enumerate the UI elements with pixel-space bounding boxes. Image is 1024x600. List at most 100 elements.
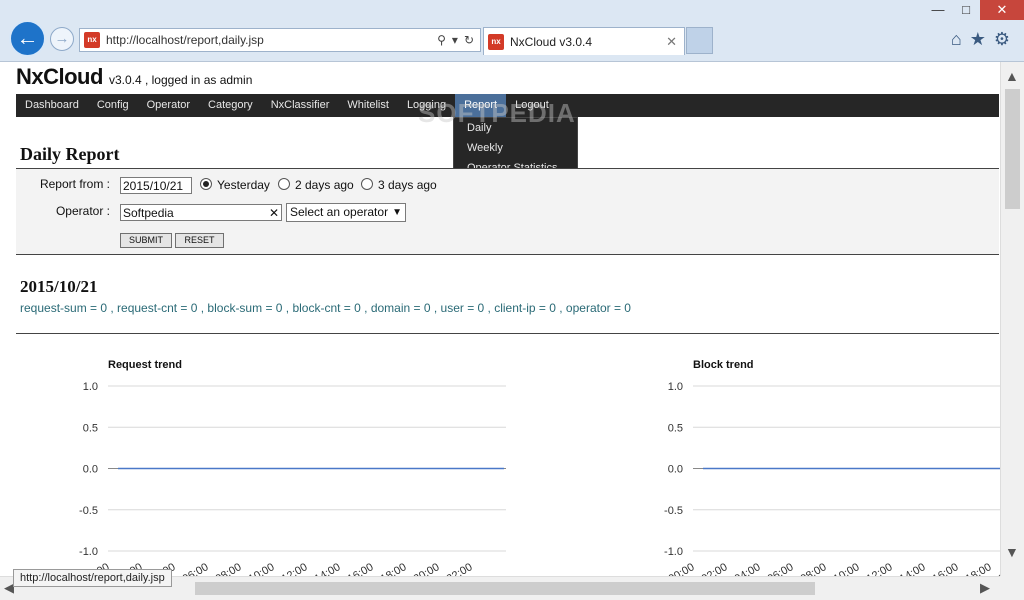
- menu-item-nxclassifier[interactable]: NxClassifier: [262, 94, 339, 117]
- y-tick-label: 0.0: [668, 464, 683, 476]
- x-tick-label: 06:00: [766, 561, 796, 576]
- radio-2-days-ago[interactable]: [278, 178, 290, 190]
- dropdown-chevron-icon[interactable]: ▾: [452, 33, 458, 47]
- x-tick-label: 22:00: [445, 561, 475, 576]
- login-info: v3.0.4 , logged in as admin: [108, 73, 253, 87]
- x-tick-label: 10:00: [247, 561, 277, 576]
- vertical-scrollbar[interactable]: ▲ ▼: [1000, 62, 1024, 576]
- y-tick-label: -1.0: [664, 546, 683, 558]
- x-tick-label: 02:00: [700, 561, 730, 576]
- radio-3-days-ago-label: 3 days ago: [378, 178, 437, 192]
- horizontal-scroll-thumb[interactable]: [195, 582, 815, 595]
- x-tick-label: 04:00: [733, 561, 763, 576]
- report-form: Report from : Yesterday 2 days ago 3 day…: [16, 169, 999, 255]
- window-controls: — □ ✕: [924, 0, 1024, 22]
- menu-item-operator[interactable]: Operator: [138, 94, 199, 117]
- forward-button[interactable]: →: [50, 27, 74, 51]
- x-tick-label: 10:00: [832, 561, 862, 576]
- reset-button[interactable]: RESET: [175, 233, 224, 248]
- app-header: NxCloud v3.0.4 , logged in as admin: [16, 64, 252, 90]
- scroll-right-icon[interactable]: ▶: [980, 580, 990, 596]
- select-chevron-icon: ▼: [392, 207, 402, 218]
- favorites-star-icon[interactable]: ★: [970, 29, 986, 50]
- x-tick-label: 06:00: [181, 561, 211, 576]
- block-trend-title: Block trend: [693, 359, 754, 371]
- dropdown-item-daily[interactable]: Daily: [454, 118, 577, 138]
- menu-item-whitelist[interactable]: Whitelist: [338, 94, 398, 117]
- scroll-down-icon[interactable]: ▼: [1005, 544, 1019, 560]
- menu-item-category[interactable]: Category: [199, 94, 262, 117]
- page-viewport: NxCloud v3.0.4 , logged in as admin Dash…: [0, 62, 1000, 576]
- settings-gear-icon[interactable]: ⚙: [994, 29, 1010, 50]
- vertical-scroll-thumb[interactable]: [1005, 89, 1020, 209]
- status-bar-url: http://localhost/report,daily.jsp: [13, 569, 172, 587]
- operator-select-value: Select an operator: [290, 205, 389, 219]
- back-arrow-icon: ←: [16, 25, 39, 50]
- report-from-label: Report from :: [39, 177, 110, 191]
- tab-favicon-icon: nx: [488, 33, 504, 50]
- x-tick-label: 14:00: [313, 561, 343, 576]
- request-trend-title: Request trend: [108, 359, 182, 371]
- radio-2-days-ago-label: 2 days ago: [295, 178, 354, 192]
- y-tick-label: 1.0: [83, 381, 98, 393]
- address-bar[interactable]: nx http://localhost/report,daily.jsp ⚲ ▾…: [79, 28, 481, 52]
- search-icon[interactable]: ⚲: [437, 33, 446, 47]
- tab-close-icon[interactable]: ✕: [666, 34, 677, 50]
- menu-item-logging[interactable]: Logging: [398, 94, 455, 117]
- menu-item-report[interactable]: Report: [455, 94, 507, 117]
- operator-select[interactable]: Select an operator ▼: [286, 203, 406, 222]
- close-window-button[interactable]: ✕: [980, 0, 1024, 20]
- operator-label: Operator :: [55, 204, 110, 218]
- divider: [16, 333, 999, 334]
- block-trend-chart: 1.0 0.5 0.0 -0.5 -1.0 00:00 02:00 04:00 06:00 08:…: [664, 381, 1000, 576]
- scroll-up-icon[interactable]: ▲: [1005, 68, 1019, 84]
- x-tick-label: 20:00: [412, 561, 442, 576]
- x-tick-label: 12:00: [865, 561, 895, 576]
- address-url[interactable]: http://localhost/report,daily.jsp: [106, 33, 437, 47]
- home-icon[interactable]: ⌂: [951, 29, 962, 50]
- report-date-heading: 2015/10/21: [20, 277, 98, 296]
- clear-input-icon[interactable]: ✕: [269, 206, 279, 220]
- y-tick-label: -0.5: [664, 505, 683, 517]
- y-tick-label: 1.0: [668, 381, 683, 393]
- menu-item-dashboard[interactable]: Dashboard: [16, 94, 88, 117]
- main-menu: Dashboard Config Operator Category NxCla…: [16, 94, 999, 117]
- x-tick-label: 16:00: [931, 561, 961, 576]
- request-trend-chart: 1.00.50.0-0.5-1.000:0002:0004:0006:0008:…: [79, 381, 506, 576]
- x-tick-label: 00:00: [667, 561, 697, 576]
- scrollbar-corner: [1000, 576, 1024, 600]
- x-tick-label: 08:00: [214, 561, 244, 576]
- x-tick-label: 14:00: [898, 561, 928, 576]
- y-tick-label: -0.5: [79, 505, 98, 517]
- radio-yesterday[interactable]: [200, 178, 212, 190]
- x-tick-label: 18:00: [379, 561, 409, 576]
- tab-title: NxCloud v3.0.4: [510, 34, 593, 49]
- dropdown-item-weekly[interactable]: Weekly: [454, 138, 577, 158]
- submit-button[interactable]: SUBMIT: [120, 233, 172, 248]
- x-tick-label: 12:00: [280, 561, 310, 576]
- report-date-input[interactable]: [120, 177, 192, 194]
- refresh-icon[interactable]: ↻: [464, 33, 474, 47]
- menu-item-config[interactable]: Config: [88, 94, 138, 117]
- browser-tab[interactable]: nx NxCloud v3.0.4 ✕: [483, 27, 685, 55]
- x-tick-label: 08:00: [799, 561, 829, 576]
- forward-arrow-icon: →: [54, 30, 70, 47]
- page-title: Daily Report: [20, 144, 120, 164]
- site-favicon-icon: nx: [84, 32, 100, 48]
- radio-3-days-ago[interactable]: [361, 178, 373, 190]
- minimize-button[interactable]: —: [924, 0, 952, 20]
- y-tick-label: 0.5: [668, 422, 683, 434]
- y-tick-label: 0.0: [83, 464, 98, 476]
- back-button[interactable]: ←: [9, 20, 46, 57]
- app-logo: NxCloud: [16, 64, 103, 89]
- report-stats-summary: request-sum = 0 , request-cnt = 0 , bloc…: [20, 301, 631, 315]
- y-tick-label: -1.0: [79, 546, 98, 558]
- menu-item-logout[interactable]: Logout: [506, 94, 558, 117]
- browser-chrome: — □ ✕ ← → nx http://localhost/report,dai…: [0, 0, 1024, 62]
- divider: [16, 254, 999, 255]
- new-tab-button[interactable]: [686, 27, 713, 54]
- y-tick-label: 0.5: [83, 422, 98, 434]
- maximize-button[interactable]: □: [952, 0, 980, 20]
- radio-yesterday-label: Yesterday: [217, 178, 270, 192]
- operator-input[interactable]: [120, 204, 282, 221]
